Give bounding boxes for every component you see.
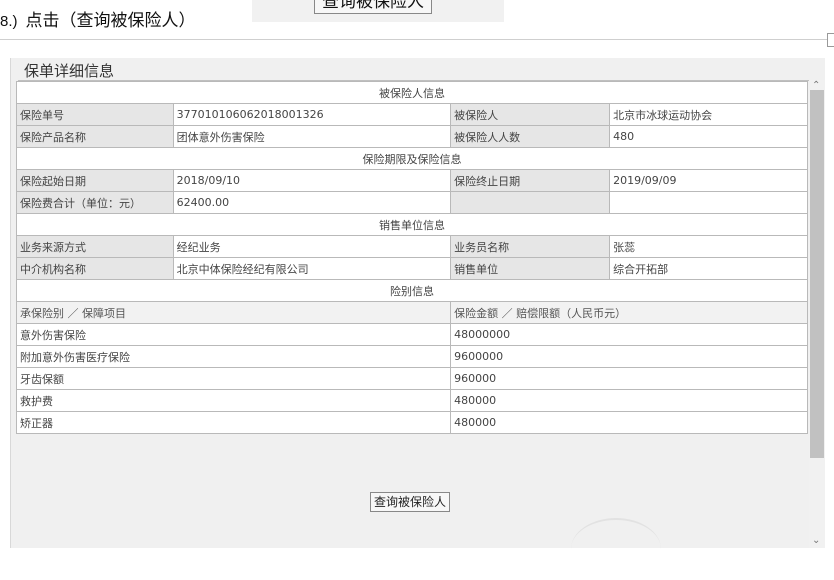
agent-name-label: 业务员名称 — [450, 235, 611, 258]
section-coverage-header: 险别信息 — [16, 279, 808, 302]
coverage-row: 救护费 480000 — [15, 389, 808, 412]
page-corner-mark — [827, 33, 834, 47]
coverage-row: 意外伤害保险 48000000 — [15, 323, 808, 346]
coverage-item: 矫正器 — [15, 411, 452, 434]
policy-detail-panel: 保单详细信息 被保险人信息 保险单号 377010106062018001326… — [10, 58, 825, 548]
business-source-value: 经纪业务 — [172, 235, 452, 258]
start-date-value: 2018/09/10 — [172, 169, 452, 192]
broker-value: 北京中体保险经纪有限公司 — [172, 257, 452, 280]
snapshot-button-label: 查询被保险人 — [314, 0, 432, 14]
product-label: 保险产品名称 — [16, 125, 174, 148]
section-row: 险别信息 — [16, 279, 808, 302]
section-row: 被保险人信息 — [16, 81, 808, 104]
policy-no-label: 保险单号 — [16, 103, 174, 126]
policy-no-value: 377010106062018001326 — [172, 103, 452, 126]
sales-unit-value: 综合开拓部 — [609, 257, 808, 280]
premium-label: 保险费合计（单位：元） — [16, 191, 174, 214]
section-period-header: 保险期限及保险信息 — [16, 147, 808, 170]
table-row: 中介机构名称 北京中体保险经纪有限公司 销售单位 综合开拓部 — [16, 257, 808, 280]
policy-detail-table: 被保险人信息 保险单号 377010106062018001326 被保险人 北… — [15, 81, 808, 434]
empty-label-cell — [450, 191, 611, 214]
start-date-label: 保险起始日期 — [16, 169, 174, 192]
scroll-down-icon[interactable]: ⌄ — [812, 535, 820, 546]
table-row: 保险起始日期 2018/09/10 保险终止日期 2019/09/09 — [16, 169, 808, 192]
product-value: 团体意外伤害保险 — [172, 125, 452, 148]
end-date-label: 保险终止日期 — [450, 169, 611, 192]
step-heading: 8.) 点击（查询被保险人） — [0, 6, 196, 31]
coverage-amount: 9600000 — [450, 345, 808, 368]
broker-label: 中介机构名称 — [16, 257, 174, 280]
coverage-row: 附加意外伤害医疗保险 9600000 — [15, 345, 808, 368]
table-row: 保险产品名称 团体意外伤害保险 被保险人人数 480 — [16, 125, 808, 148]
section-row: 销售单位信息 — [16, 213, 808, 236]
sales-unit-label: 销售单位 — [450, 257, 611, 280]
premium-value: 62400.00 — [172, 191, 452, 214]
scrollbar-thumb[interactable] — [810, 90, 824, 458]
button-snapshot: 查询被保险人 — [252, 0, 504, 22]
table-row: 业务来源方式 经纪业务 业务员名称 张蕊 — [16, 235, 808, 258]
coverage-item-header: 承保险别 ／ 保障项目 — [15, 301, 452, 324]
coverage-amount: 48000000 — [450, 323, 808, 346]
table-row: 保险单号 377010106062018001326 被保险人 北京市冰球运动协… — [16, 103, 808, 126]
empty-value-cell — [609, 191, 808, 214]
coverage-header-row: 承保险别 ／ 保障项目 保险金额 ／ 赔偿限额（人民币元） — [15, 301, 808, 324]
agent-name-value: 张蕊 — [609, 235, 808, 258]
coverage-item: 牙齿保额 — [15, 367, 452, 390]
coverage-amount-header: 保险金额 ／ 赔偿限额（人民币元） — [450, 301, 808, 324]
section-row: 保险期限及保险信息 — [16, 147, 808, 170]
step-instruction: 点击（查询被保险人） — [25, 11, 196, 31]
step-number: 8.) — [0, 13, 18, 30]
coverage-amount: 480000 — [450, 411, 808, 434]
coverage-item: 救护费 — [15, 389, 452, 412]
panel-title: 保单详细信息 — [24, 62, 115, 80]
section-sales-header: 销售单位信息 — [16, 213, 808, 236]
insured-label: 被保险人 — [450, 103, 611, 126]
end-date-value: 2019/09/09 — [609, 169, 808, 192]
insured-count-value: 480 — [609, 125, 808, 148]
business-source-label: 业务来源方式 — [16, 235, 174, 258]
insured-count-label: 被保险人人数 — [450, 125, 611, 148]
document-divider — [0, 39, 828, 40]
insured-value: 北京市冰球运动协会 — [609, 103, 808, 126]
coverage-row: 矫正器 480000 — [15, 411, 808, 434]
coverage-item: 附加意外伤害医疗保险 — [15, 345, 452, 368]
vertical-scrollbar[interactable]: ⌃ ⌄ — [809, 80, 825, 548]
coverage-amount: 960000 — [450, 367, 808, 390]
table-row: 保险费合计（单位：元） 62400.00 — [16, 191, 808, 214]
section-insured-header: 被保险人信息 — [16, 81, 808, 104]
coverage-item: 意外伤害保险 — [15, 323, 452, 346]
coverage-row: 牙齿保额 960000 — [15, 367, 808, 390]
query-insured-button[interactable]: 查询被保险人 — [370, 492, 451, 512]
faded-seal-stamp — [571, 518, 661, 580]
coverage-amount: 480000 — [450, 389, 808, 412]
